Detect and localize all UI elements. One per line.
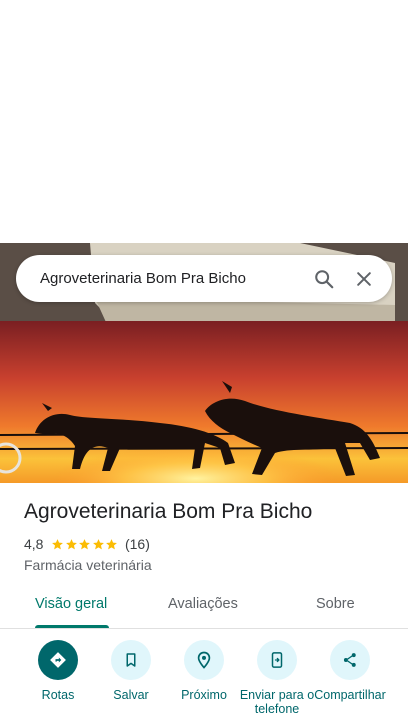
bookmark-icon	[111, 640, 151, 680]
star-icon	[106, 538, 118, 549]
rating-value: 4,8	[24, 536, 44, 552]
place-title: Agroveterinaria Bom Pra Bicho	[24, 500, 313, 523]
review-count[interactable]: (16)	[125, 536, 150, 552]
search-input[interactable]: Agroveterinaria Bom Pra Bicho	[40, 270, 304, 287]
tab-reviews[interactable]: Avaliações	[168, 596, 238, 612]
tab-about[interactable]: Sobre	[316, 596, 355, 612]
send-to-phone-button[interactable]: Enviar para o telefone	[237, 640, 317, 716]
close-icon[interactable]	[344, 259, 384, 299]
save-button[interactable]: Salvar	[91, 640, 171, 702]
nearby-button[interactable]: Próximo	[164, 640, 244, 702]
search-icon[interactable]	[304, 259, 344, 299]
active-tab-indicator	[35, 625, 109, 628]
send-to-phone-label: Enviar para o telefone	[239, 688, 315, 716]
send-to-phone-icon	[257, 640, 297, 680]
share-icon	[330, 640, 370, 680]
rating-stars	[51, 538, 119, 551]
blank-area	[0, 0, 408, 243]
directions-button[interactable]: Rotas	[18, 640, 98, 702]
directions-label: Rotas	[41, 688, 75, 702]
tab-overview[interactable]: Visão geral	[35, 596, 107, 612]
place-category: Farmácia veterinária	[24, 557, 152, 573]
directions-icon	[38, 640, 78, 680]
save-label: Salvar	[113, 688, 149, 702]
nearby-icon	[184, 640, 224, 680]
nearby-label: Próximo	[181, 688, 227, 702]
star-icon	[93, 538, 104, 549]
search-bar[interactable]: Agroveterinaria Bom Pra Bicho	[16, 255, 392, 302]
rating-row[interactable]: 4,8 (16)	[24, 536, 150, 552]
star-icon	[79, 538, 91, 549]
star-icon	[52, 538, 64, 549]
share-button[interactable]: Compartilhar	[310, 640, 390, 702]
tab-bar: Visão geral Avaliações Sobre	[0, 588, 408, 629]
star-icon	[66, 538, 77, 549]
action-bar: Rotas Salvar Próximo Enviar para o telef…	[0, 640, 408, 726]
share-label: Compartilhar	[314, 688, 386, 702]
